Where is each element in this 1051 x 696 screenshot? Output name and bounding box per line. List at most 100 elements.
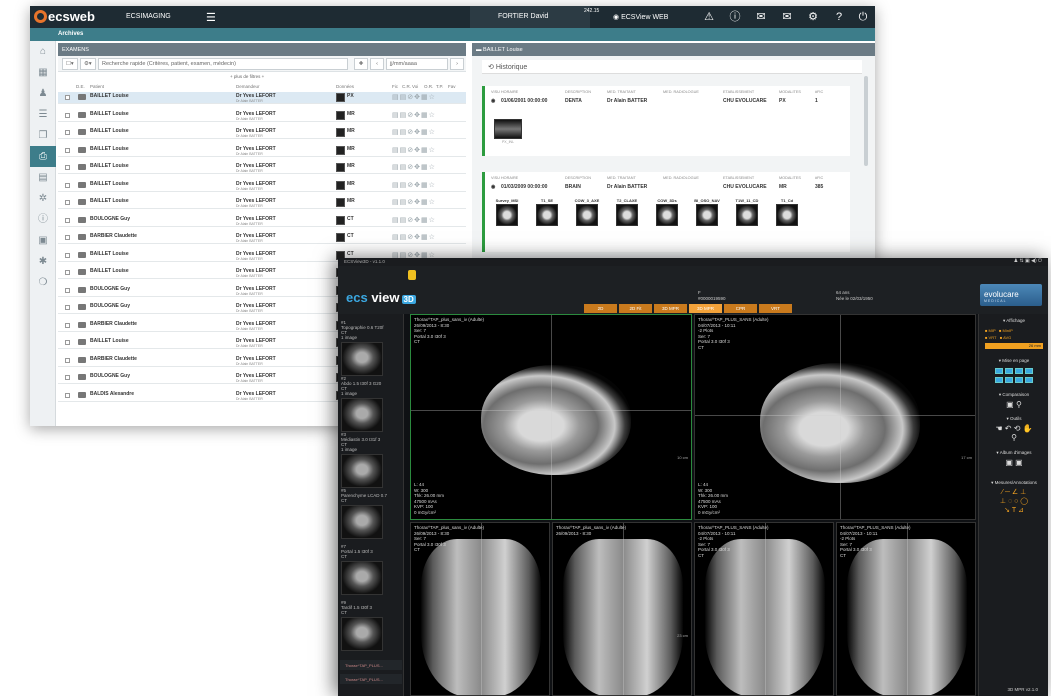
ecsweb-logo[interactable]: ecsweb <box>34 9 95 24</box>
table-row[interactable]: BOULOGNE Guy Dr Yves LEFORT Dr Alain BATTE… <box>58 215 466 227</box>
col-or[interactable]: O.R. <box>424 84 433 89</box>
row-checkbox[interactable] <box>65 112 70 118</box>
row-action-icons[interactable]: ▤▤⊘✥▦☆ <box>392 163 436 171</box>
minip-option[interactable]: ■ MinIP <box>999 328 1013 333</box>
viewport-coronal-1[interactable]: Thorax^TAP_plus_sans_iv (Adulte) 26/09/2… <box>410 522 550 696</box>
col-patient[interactable]: Patient <box>90 84 104 89</box>
row-action-icons[interactable]: ▤▤⊘✥▦☆ <box>392 128 436 136</box>
exam-thumbnail[interactable] <box>336 93 345 102</box>
row-checkbox[interactable] <box>65 357 70 363</box>
row-checkbox[interactable] <box>65 130 70 135</box>
prev-date-button[interactable]: ‹ <box>370 58 384 70</box>
chat-bubble-icon[interactable]: ❍ <box>30 272 56 293</box>
viewport-axial-2[interactable]: Thorax^TAP_PLUS_SANS (Adulte) 04/07/2013… <box>694 314 976 520</box>
folder-icon[interactable] <box>78 111 86 118</box>
folder-icon[interactable] <box>78 129 86 135</box>
mode-button[interactable]: VRT <box>759 304 792 313</box>
col-voi[interactable]: Voi <box>412 84 418 89</box>
viewport-coronal-4[interactable]: Thorax^TAP_PLUS_SANS (Adulte) 04/07/2013… <box>836 522 976 696</box>
series-thumbnail[interactable]: #1 Topographie 0.6 T20f CT 1 image <box>341 320 401 376</box>
mode-button[interactable]: 3D MPR <box>654 304 687 313</box>
mode-button[interactable]: 2D <box>584 304 617 313</box>
folder-icon[interactable] <box>78 146 86 153</box>
col-fav[interactable]: Fav <box>448 84 456 89</box>
col-de[interactable]: D.E. <box>76 84 85 89</box>
row-checkbox[interactable] <box>65 322 70 328</box>
crosshair-vertical[interactable] <box>551 315 552 519</box>
lock-icon[interactable] <box>408 270 416 280</box>
app-name[interactable]: ECSIMAGING <box>126 13 171 20</box>
row-action-icons[interactable]: ▤▤⊘✥▦☆ <box>392 233 436 241</box>
row-checkbox[interactable] <box>65 375 70 380</box>
quick-search-input[interactable]: Recherche rapide (Critères, patient, exa… <box>98 58 348 70</box>
folder-icon[interactable] <box>78 356 86 363</box>
image-icon[interactable]: ▣ <box>30 230 56 251</box>
vrt-option[interactable]: ■ VRT <box>985 335 996 340</box>
row-checkbox[interactable] <box>65 392 70 398</box>
folder-icon[interactable] <box>78 339 86 345</box>
filter-dropdown[interactable]: ⚙▾ <box>80 58 96 70</box>
crosshair-vertical[interactable] <box>840 315 841 519</box>
col-cr[interactable]: C.R. <box>402 84 411 89</box>
history-series-thumb[interactable]: Survey_MSI <box>493 198 521 227</box>
history-series-thumb[interactable]: T1_SE <box>533 198 561 227</box>
crosshair-horizontal[interactable] <box>411 410 691 411</box>
mode-button[interactable]: 2D Fit <box>619 304 652 313</box>
settings-icon[interactable]: ✱ <box>30 251 56 272</box>
history-card-2[interactable]: VISU HORAIRE DESCRIPTION MED. TRAITANT M… <box>482 172 850 252</box>
series-thumbnail[interactable]: #9 Tardif 1.5 I30f 3 CT <box>341 600 401 651</box>
avg-option[interactable]: ■ AVG <box>1000 335 1011 340</box>
crosshair-vertical[interactable] <box>623 523 624 695</box>
power-icon[interactable]: ⏻ <box>852 8 874 26</box>
exam-thumbnail[interactable] <box>336 233 345 242</box>
viewport-coronal-3[interactable]: Thorax^TAP_PLUS_SANS (Adulte) 04/07/2013… <box>694 522 834 696</box>
table-row[interactable]: BAILLET Louise Dr Yves LEFORT Dr Alain BAT… <box>58 162 466 174</box>
row-checkbox[interactable] <box>65 252 70 258</box>
exam-thumbnail[interactable] <box>336 110 345 120</box>
warning-icon[interactable]: ⚠ <box>698 8 720 26</box>
history-series-thumb[interactable]: T2_CLAXE <box>613 198 641 227</box>
table-row[interactable]: BAILLET Louise Dr Yves LEFORT Dr Alain BAT… <box>58 197 466 209</box>
row-action-icons[interactable]: ▤▤⊘✥▦☆ <box>392 93 436 101</box>
folder-icon[interactable] <box>78 374 86 380</box>
next-date-button[interactable]: › <box>450 58 464 70</box>
folder-icon[interactable] <box>78 269 86 275</box>
compare-buttons[interactable]: ▣ ⚲ <box>985 400 1043 409</box>
row-action-icons[interactable]: ▤▤⊘✥▦☆ <box>392 198 436 206</box>
row-checkbox[interactable] <box>65 147 70 153</box>
chat-icon[interactable]: ✉ <box>750 8 772 26</box>
print-icon[interactable]: ⎙ <box>30 146 56 167</box>
col-fic[interactable]: Fic <box>392 84 398 89</box>
row-checkbox[interactable] <box>65 235 70 240</box>
hamburger-menu-icon[interactable]: ☰ <box>206 11 216 24</box>
viewport-axial-1[interactable]: Thorax^TAP_plus_sans_iv (Adulte) 26/09/2… <box>410 314 692 520</box>
history-series-thumb[interactable]: T1W_11_CD <box>733 198 761 227</box>
col-demandeur[interactable]: Demandeur <box>236 84 260 89</box>
folder-icon[interactable] <box>78 216 86 223</box>
row-checkbox[interactable] <box>65 305 70 310</box>
table-row[interactable]: BAILLET Louise Dr Yves LEFORT Dr Alain BAT… <box>58 145 466 157</box>
table-row[interactable]: BAILLET Louise Dr Yves LEFORT Dr Alain BAT… <box>58 127 466 139</box>
thickness-slider[interactable]: 26 mm <box>985 343 1043 349</box>
series-thumbnail[interactable]: #3 Médiastin 3.0 I31f 3 CT 1 image <box>341 432 401 488</box>
row-checkbox[interactable] <box>65 165 70 170</box>
select-all-dropdown[interactable]: ☐▾ <box>62 58 78 70</box>
gear-icon[interactable]: ✲ <box>30 188 56 209</box>
row-action-icons[interactable]: ▤▤⊘✥▦☆ <box>392 111 436 119</box>
eye-icon[interactable]: ◉ <box>491 98 495 104</box>
series-thumbnail[interactable]: #2 Abdo 1.5 I30f 3 G20 CT 1 image <box>341 376 401 432</box>
folder-icon[interactable] <box>78 94 86 100</box>
history-thumb-px[interactable]: PX_INL <box>493 118 523 144</box>
help-icon[interactable]: ? <box>828 8 850 26</box>
info-icon[interactable]: ⓘ <box>30 209 56 230</box>
col-tp[interactable]: T.P. <box>436 84 443 89</box>
layout-grid[interactable] <box>985 367 1043 385</box>
series-thumbnail[interactable]: #5 Parenchyme LCAD 0.7 CT <box>341 488 401 539</box>
exam-thumbnail[interactable] <box>336 198 345 207</box>
user-icon[interactable]: ♟ <box>30 83 56 104</box>
folder-icon[interactable] <box>78 234 86 240</box>
more-filters-link[interactable]: + plus de filtres + <box>230 74 264 79</box>
measure-tools[interactable]: ⁄ ─ ∠ ⊥ ⊥ ◌ ○ ◯ ↘ T ⊿ <box>985 488 1043 515</box>
exam-thumbnail[interactable] <box>336 215 345 225</box>
row-checkbox[interactable] <box>65 95 70 100</box>
